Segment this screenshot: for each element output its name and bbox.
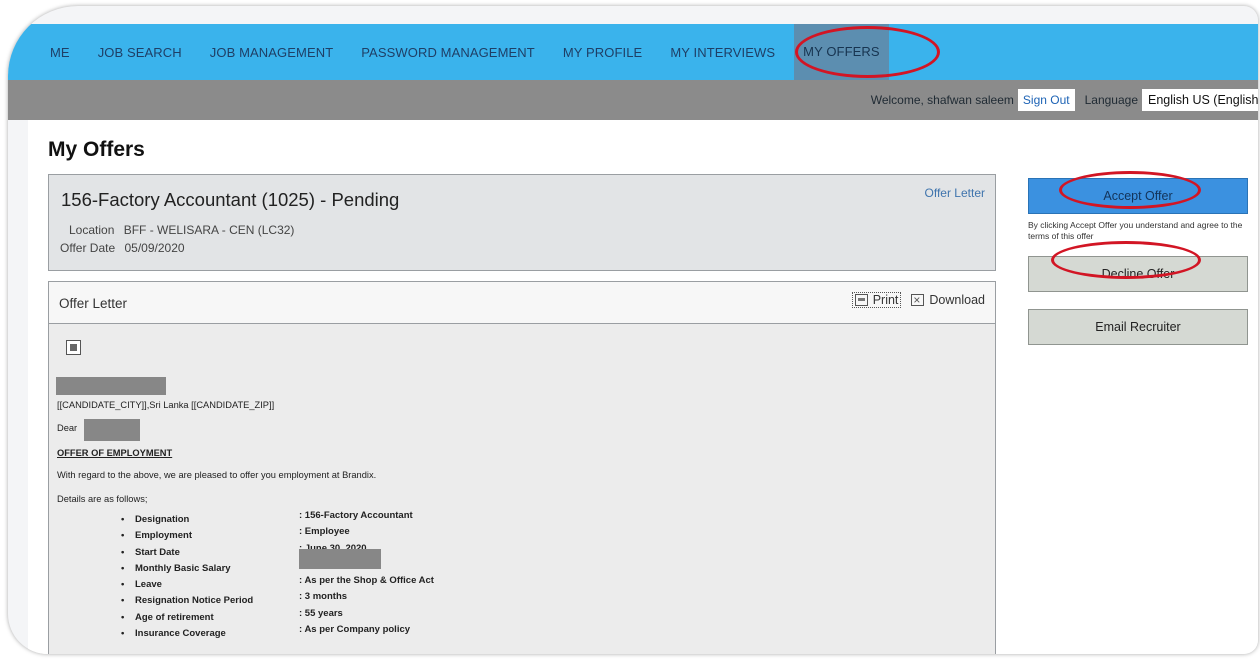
redacted-salary: [299, 548, 381, 569]
download-button[interactable]: Download: [911, 292, 985, 308]
detail-key: Resignation Notice Period: [135, 595, 254, 607]
detail-key: Insurance Coverage: [135, 628, 226, 640]
offer-letter-header: Offer Letter Print Download: [49, 282, 995, 324]
app-window: ME JOB SEARCH JOB MANAGEMENT PASSWORD MA…: [8, 6, 1258, 654]
bullet-icon: •: [121, 628, 125, 640]
redacted-salutation: [84, 419, 140, 441]
detail-value: : As per Company policy: [299, 624, 411, 636]
main-content: My Offers 156-Factory Accountant (1025) …: [28, 120, 1258, 654]
main-nav: ME JOB SEARCH JOB MANAGEMENT PASSWORD MA…: [8, 24, 1258, 80]
offer-letter-panel: Offer Letter Print Download [[CANDIDATE_…: [48, 281, 996, 654]
detail-key: Monthly Basic Salary: [135, 562, 231, 574]
detail-value: : 3 months: [299, 591, 348, 603]
offer-actions: Accept Offer By clicking Accept Offer yo…: [1028, 178, 1248, 346]
details-intro: Details are as follows;: [57, 494, 148, 504]
detail-value: : 156-Factory Accountant: [299, 510, 413, 521]
letter-intro: With regard to the above, we are pleased…: [57, 470, 377, 480]
letter-heading: OFFER OF EMPLOYMENT: [57, 448, 173, 458]
detail-row: • Insurance Coverage : As per Company poli…: [121, 624, 541, 644]
offer-date: Offer Date 05/09/2020: [60, 241, 185, 255]
candidate-city-line: [[CANDIDATE_CITY]],Sri Lanka [[CANDIDATE…: [57, 400, 275, 410]
bullet-icon: •: [121, 530, 125, 542]
accept-note: By clicking Accept Offer you understand …: [1028, 220, 1243, 242]
user-bar: Welcome, shafwan saleem Sign Out Languag…: [8, 80, 1258, 120]
offer-location: Location BFF - WELISARA - CEN (LC32): [69, 223, 294, 237]
decline-offer-button[interactable]: Decline Offer: [1028, 256, 1248, 293]
detail-value: : 55 years: [299, 607, 343, 619]
bullet-icon: •: [121, 514, 125, 525]
letter-actions: Print Download: [851, 292, 985, 308]
redacted-name: [56, 377, 166, 395]
employment-details: • Designation : 156-Factory Accountant • Em…: [121, 510, 541, 644]
offer-title: 156-Factory Accountant (1025) - Pending: [61, 189, 400, 210]
offer-letter-link[interactable]: Offer Letter: [925, 186, 985, 200]
offer-date-label: Offer Date: [60, 241, 116, 255]
language-select[interactable]: English US (English): [1142, 89, 1258, 111]
offer-letter-label: Offer Letter: [59, 296, 128, 311]
accept-offer-button[interactable]: Accept Offer: [1028, 178, 1248, 214]
email-recruiter-button[interactable]: Email Recruiter: [1028, 309, 1248, 346]
dear-text: Dear: [57, 423, 78, 433]
offer-date-value: 05/09/2020: [124, 241, 185, 255]
sign-out-link[interactable]: Sign Out: [1017, 89, 1075, 111]
nav-my-offers[interactable]: MY OFFERS: [794, 24, 889, 80]
print-button[interactable]: Print: [851, 292, 902, 308]
page-title: My Offers: [48, 138, 145, 161]
download-label: Download: [929, 293, 985, 307]
detail-value: : Employee: [299, 526, 350, 538]
bullet-icon: •: [121, 579, 125, 591]
bullet-icon: •: [121, 546, 125, 558]
welcome-text: Welcome, shafwan saleem: [870, 93, 1014, 107]
nav-job-management[interactable]: JOB MANAGEMENT: [210, 45, 333, 60]
nav-job-search[interactable]: JOB SEARCH: [98, 45, 182, 60]
location-value: BFF - WELISARA - CEN (LC32): [123, 223, 295, 237]
detail-key: Leave: [135, 579, 162, 591]
broken-image-icon: [66, 340, 81, 355]
print-label: Print: [872, 293, 899, 307]
detail-key: Age of retirement: [135, 611, 214, 623]
download-icon: [911, 292, 925, 308]
nav-my-interviews[interactable]: MY INTERVIEWS: [670, 45, 775, 60]
detail-key: Employment: [135, 530, 193, 542]
nav-my-profile[interactable]: MY PROFILE: [563, 45, 643, 60]
bullet-icon: •: [121, 611, 125, 623]
nav-password-management[interactable]: PASSWORD MANAGEMENT: [361, 45, 535, 60]
offer-letter-body[interactable]: [[CANDIDATE_CITY]],Sri Lanka [[CANDIDATE…: [49, 324, 995, 654]
detail-value: : As per the Shop & Office Act: [299, 575, 434, 587]
nav-home[interactable]: ME: [50, 45, 70, 60]
detail-key: Start Date: [135, 546, 180, 558]
detail-key: Designation: [135, 514, 190, 525]
location-label: Location: [69, 223, 115, 237]
language-label: Language: [1084, 93, 1138, 107]
print-icon: [854, 294, 868, 306]
offer-summary: 156-Factory Accountant (1025) - Pending …: [48, 174, 996, 271]
bullet-icon: •: [121, 562, 125, 574]
bullet-icon: •: [121, 595, 125, 607]
